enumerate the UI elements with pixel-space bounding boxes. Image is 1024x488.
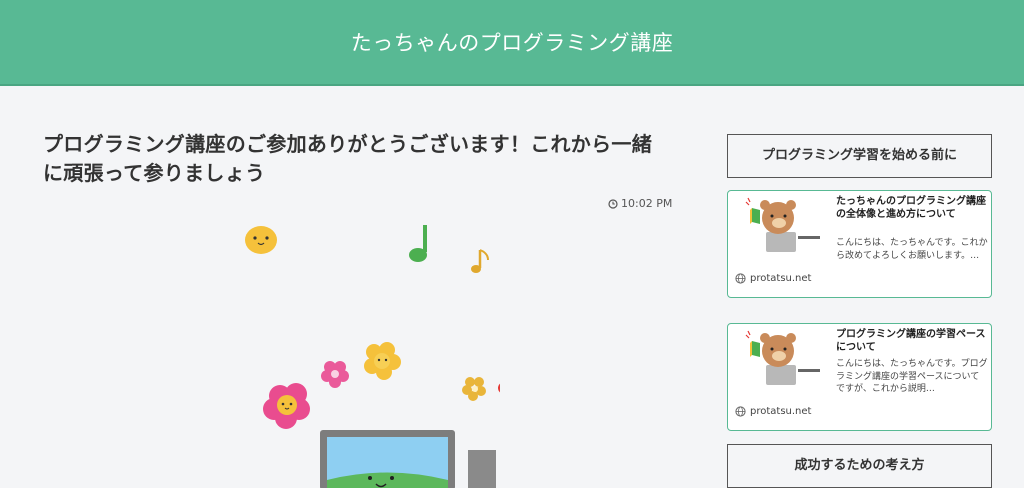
sidebar: プログラミング学習を始める前に たっちゃんのプログラミング講座の全体像と進め方に… <box>727 86 993 488</box>
card-title[interactable]: プログラミング講座の学習ペースについて <box>836 328 986 354</box>
card-domain: protatsu.net <box>735 273 811 284</box>
card-domain-text: protatsu.net <box>750 273 812 284</box>
yellow-flower <box>364 342 401 380</box>
widget-heading-success-mindset: 成功するための考え方 <box>727 444 992 488</box>
globe-icon <box>735 406 746 417</box>
card-domain: protatsu.net <box>735 406 811 417</box>
blog-card[interactable]: プログラミング講座の学習ペースについて こんにちは、たっちゃんです。プログラミン… <box>727 323 992 431</box>
main-content: プログラミング講座のご参加ありがとうございます！これから一緒に頑張って参りましょ… <box>40 86 672 488</box>
pink-flower-small <box>321 361 349 388</box>
pc-tower <box>468 450 496 488</box>
clock-icon <box>608 198 618 209</box>
card-excerpt: こんにちは、たっちゃんです。プログラミング講座の学習ペースについてですが、これか… <box>836 359 988 394</box>
globe-icon <box>735 273 746 284</box>
pink-flower-large <box>263 383 310 429</box>
post-title: プログラミング講座のご参加ありがとうございます！これから一緒に頑張って参りましょ… <box>43 132 652 185</box>
monitor <box>320 430 455 488</box>
music-note-small <box>471 249 489 273</box>
music-note-red <box>498 383 500 393</box>
post-time-text: 10:02 PM <box>621 197 673 210</box>
bear-thumbnail <box>745 330 820 385</box>
card-title[interactable]: たっちゃんのプログラミング講座の全体像と進め方について <box>836 195 986 221</box>
blog-card[interactable]: たっちゃんのプログラミング講座の全体像と進め方について こんにちは、たっちゃんで… <box>727 190 992 298</box>
post-time: 10:02 PM <box>608 197 672 210</box>
card-excerpt: こんにちは、たっちゃんです。これから改めてよろしくお願いします。… <box>836 238 988 261</box>
yellow-flower-small <box>462 377 486 401</box>
card-domain-text: protatsu.net <box>750 406 812 417</box>
smiley-sun <box>245 226 277 254</box>
computer-illustration <box>245 225 500 488</box>
site-title[interactable]: たっちゃんのプログラミング講座 <box>0 0 1024 86</box>
widget-heading-before-learning: プログラミング学習を始める前に <box>727 134 992 178</box>
site-header: たっちゃんのプログラミング講座 <box>0 0 1024 86</box>
bear-thumbnail <box>745 197 820 252</box>
music-note-green <box>409 225 427 262</box>
